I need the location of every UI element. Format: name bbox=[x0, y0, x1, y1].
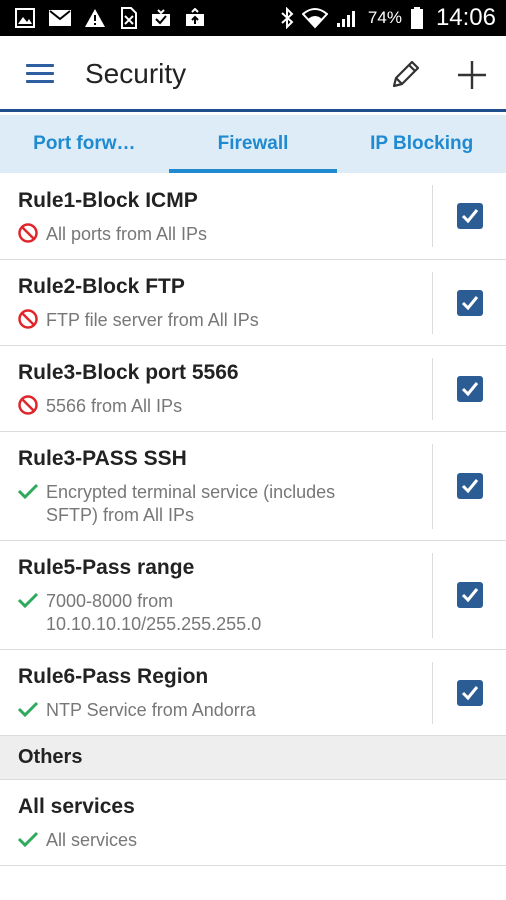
block-icon bbox=[18, 309, 38, 329]
tab-ip-blocking[interactable]: IP Blocking bbox=[337, 115, 506, 173]
rule-title: Rule3-PASS SSH bbox=[18, 447, 187, 470]
divider bbox=[432, 185, 433, 247]
rule-enabled-checkbox[interactable] bbox=[457, 290, 483, 316]
rule-description-line1: 7000-8000 from bbox=[46, 591, 174, 611]
rule-enabled-checkbox[interactable] bbox=[457, 582, 483, 608]
signal-icon bbox=[336, 11, 355, 27]
divider bbox=[432, 662, 433, 724]
upload-done-icon bbox=[186, 8, 204, 26]
rule-description: All ports from All IPs bbox=[46, 224, 208, 244]
check-icon bbox=[17, 483, 39, 500]
app-bar: Security bbox=[0, 36, 506, 112]
firewall-rule-list: Rule1-Block ICMP All ports from All IPs … bbox=[0, 173, 506, 866]
battery-percent: 74% bbox=[367, 8, 402, 27]
rule-description: NTP Service from Andorra bbox=[46, 700, 256, 720]
tab-bar: Port forw… Firewall IP Blocking bbox=[0, 115, 506, 173]
tab-firewall[interactable]: Firewall bbox=[168, 115, 338, 173]
check-icon bbox=[17, 592, 39, 609]
rule-description-line2: SFTP) from All IPs bbox=[46, 505, 195, 525]
rule-enabled-checkbox[interactable] bbox=[457, 473, 483, 499]
list-item[interactable]: Rule3-Block port 5566 5566 from All IPs bbox=[0, 346, 506, 432]
check-icon bbox=[17, 831, 39, 848]
check-icon bbox=[17, 701, 39, 718]
rule-description: 5566 from All IPs bbox=[46, 396, 183, 416]
rule-description-line2: 10.10.10.10/255.255.255.0 bbox=[46, 614, 262, 634]
pencil-icon[interactable] bbox=[388, 58, 422, 92]
list-item[interactable]: Rule6-Pass Region NTP Service from Andor… bbox=[0, 650, 506, 736]
system-icons: 74% 14:06 bbox=[280, 0, 496, 36]
battery-icon bbox=[410, 7, 423, 29]
rule-title: Rule6-Pass Region bbox=[18, 665, 209, 688]
rule-title: Rule1-Block ICMP bbox=[18, 189, 198, 212]
clock: 14:06 bbox=[435, 4, 496, 31]
list-item[interactable]: Rule2-Block FTP FTP file server from All… bbox=[0, 260, 506, 346]
rule-enabled-checkbox[interactable] bbox=[457, 203, 483, 229]
divider bbox=[432, 272, 433, 334]
tab-port-forwarding[interactable]: Port forw… bbox=[0, 115, 169, 173]
rule-title: Rule2-Block FTP bbox=[18, 275, 185, 298]
rule-enabled-checkbox[interactable] bbox=[457, 376, 483, 402]
warning-icon bbox=[85, 9, 105, 27]
notification-icons bbox=[0, 7, 206, 29]
hamburger-menu-icon[interactable] bbox=[26, 64, 54, 84]
no-sim-icon bbox=[121, 7, 137, 29]
bluetooth-icon bbox=[281, 7, 294, 29]
rule-description-line1: Encrypted terminal service (includes bbox=[46, 482, 336, 502]
rule-description: FTP file server from All IPs bbox=[46, 310, 259, 330]
page-title: Security bbox=[85, 58, 187, 89]
divider bbox=[432, 553, 433, 638]
list-item[interactable]: Rule1-Block ICMP All ports from All IPs bbox=[0, 173, 506, 260]
rule-title: Rule5-Pass range bbox=[18, 556, 195, 579]
block-icon bbox=[18, 395, 38, 415]
gallery-icon bbox=[15, 8, 35, 28]
gmail-icon bbox=[49, 10, 71, 26]
list-item[interactable]: Rule5-Pass range 7000-8000 from 10.10.10… bbox=[0, 541, 506, 650]
plus-icon[interactable] bbox=[455, 58, 489, 92]
list-item[interactable]: All services All services bbox=[0, 780, 506, 866]
divider bbox=[432, 444, 433, 529]
section-header-others: Others bbox=[0, 736, 506, 780]
rule-description: All services bbox=[46, 830, 138, 850]
rule-title: Rule3-Block port 5566 bbox=[18, 361, 239, 384]
block-icon bbox=[18, 223, 38, 243]
divider bbox=[432, 358, 433, 420]
section-title: Others bbox=[18, 746, 83, 768]
rule-title: All services bbox=[18, 795, 135, 818]
rule-enabled-checkbox[interactable] bbox=[457, 680, 483, 706]
status-bar: 74% 14:06 bbox=[0, 0, 506, 36]
wifi-icon bbox=[301, 8, 328, 29]
download-done-icon bbox=[152, 9, 170, 26]
list-item[interactable]: Rule3-PASS SSH Encrypted terminal servic… bbox=[0, 432, 506, 541]
